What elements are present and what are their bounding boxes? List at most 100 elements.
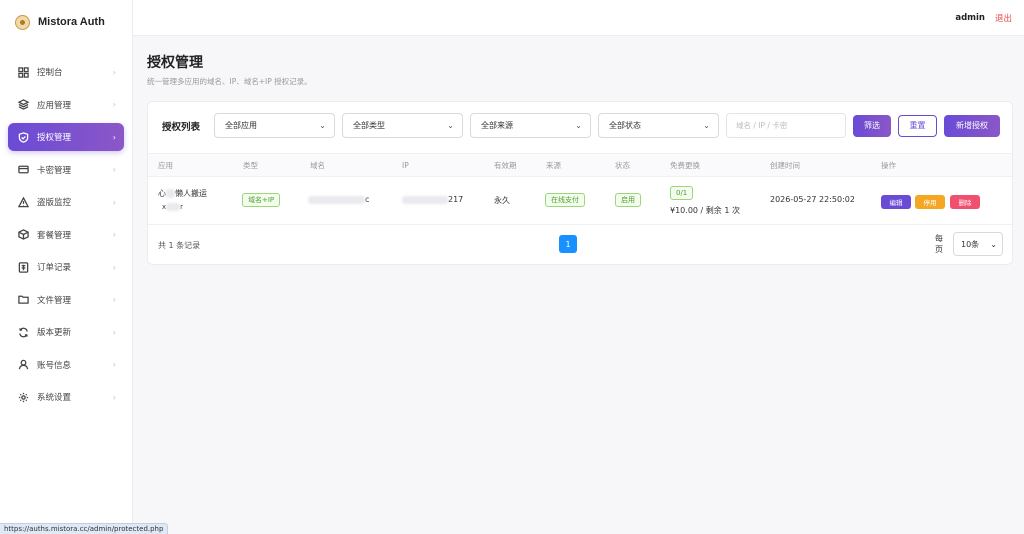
table-row: 心懒人搬运 xr 域名+IP c 217 永久 在线支付 启用 0/1 ¥10.… <box>148 177 1012 225</box>
page-subtitle: 统一管理多应用的域名、IP、域名+IP 授权记录。 <box>147 77 312 86</box>
chevron-right-icon: › <box>112 262 116 272</box>
source-select-value: 全部来源 <box>481 121 513 130</box>
chevron-right-icon: › <box>112 132 116 142</box>
sidebar-item-piracy[interactable]: 盗版监控 › <box>8 188 124 216</box>
chevron-right-icon: › <box>112 360 116 369</box>
logout-link[interactable]: 退出 <box>995 12 1012 24</box>
card-icon <box>18 164 29 175</box>
column-header: IP <box>402 161 409 170</box>
type-badge: 域名+IP <box>242 193 281 207</box>
gear-icon <box>18 392 29 403</box>
source-select[interactable]: 全部来源 ⌄ <box>470 113 591 138</box>
warning-icon <box>18 196 29 208</box>
dashboard-icon <box>18 66 29 78</box>
column-header: 域名 <box>310 161 325 170</box>
sidebar-item-files[interactable]: 文件管理 › <box>8 286 124 314</box>
sidebar-item-label: 套餐管理 <box>37 230 72 241</box>
receipt-icon <box>18 261 29 273</box>
redacted-text <box>166 203 181 211</box>
box-icon <box>18 229 29 240</box>
app-select-value: 全部应用 <box>225 121 257 130</box>
sidebar-item-apps[interactable]: 应用管理 › <box>8 91 124 119</box>
chevron-right-icon: › <box>112 67 116 77</box>
chevron-right-icon: › <box>112 165 116 174</box>
sidebar-item-label: 授权管理 <box>37 133 72 143</box>
sidebar-item-label: 版本更新 <box>37 328 72 338</box>
chevron-down-icon: ⌄ <box>575 121 582 130</box>
sidebar-item-label: 控制台 <box>37 68 63 78</box>
ip-cell: 217 <box>402 195 463 204</box>
chevron-right-icon: › <box>112 197 116 207</box>
main-content: 授权管理 统一管理多应用的域名、IP、域名+IP 授权记录。 授权列表 全部应用… <box>147 52 1013 265</box>
sidebar-item-updates[interactable]: 版本更新 › <box>8 318 124 346</box>
redacted-text <box>402 195 448 204</box>
status-badge: 启用 <box>615 193 641 207</box>
chevron-down-icon: ⌄ <box>319 121 326 130</box>
user-name[interactable]: admin <box>955 13 985 23</box>
column-header: 有效期 <box>494 161 517 170</box>
sidebar-item-label: 系统设置 <box>37 393 72 403</box>
chevron-right-icon: › <box>112 100 116 109</box>
logo-icon <box>15 14 30 30</box>
column-header: 免费更换 <box>670 161 700 170</box>
topbar: admin 退出 <box>133 0 1024 36</box>
sidebar-item-label: 订单记录 <box>37 263 72 273</box>
delete-button[interactable]: 删除 <box>950 195 980 209</box>
per-page-select[interactable]: 10条 ⌄ <box>953 232 1003 256</box>
shield-icon <box>18 131 29 143</box>
created-time-cell: 2026-05-27 22:50:02 <box>770 195 855 204</box>
pagination-bar: 共 1 条记录 1 每页 10条 ⌄ <box>148 225 1012 265</box>
sidebar-item-license[interactable]: 授权管理 › <box>8 123 124 151</box>
status-select[interactable]: 全部状态 ⌄ <box>598 113 719 138</box>
filter-bar: 授权列表 全部应用 ⌄ 全部类型 ⌄ 全部来源 ⌄ 全部状态 ⌄ 域名 / IP… <box>148 102 1012 149</box>
license-list-card: 授权列表 全部应用 ⌄ 全部类型 ⌄ 全部来源 ⌄ 全部状态 ⌄ 域名 / IP… <box>147 101 1013 265</box>
column-header: 创建时间 <box>770 161 800 170</box>
sidebar-item-orders[interactable]: 订单记录 › <box>8 253 124 281</box>
brand-name: Mistora Auth <box>38 16 105 28</box>
chevron-down-icon: ⌄ <box>447 121 454 130</box>
disable-button[interactable]: 停用 <box>915 195 945 209</box>
edit-button[interactable]: 编辑 <box>881 195 911 209</box>
column-header: 来源 <box>546 161 561 170</box>
sidebar-item-label: 应用管理 <box>37 100 72 111</box>
refresh-icon <box>18 327 29 338</box>
reset-button[interactable]: 重置 <box>898 114 937 137</box>
free-change-badge: 0/1 <box>670 186 694 200</box>
column-header: 状态 <box>615 161 630 170</box>
add-license-button[interactable]: 新增授权 <box>944 114 1000 137</box>
chevron-right-icon: › <box>112 230 116 239</box>
type-select-value: 全部类型 <box>353 121 385 130</box>
total-count: 共 1 条记录 <box>158 241 201 250</box>
sidebar: Mistora Auth 控制台 › 应用管理 › 授权管理 › 卡密管理 › … <box>0 0 133 534</box>
status-select-value: 全部状态 <box>609 121 641 130</box>
source-badge: 在线支付 <box>545 193 585 207</box>
sidebar-item-settings[interactable]: 系统设置 › <box>8 383 124 411</box>
search-input[interactable]: 域名 / IP / 卡密 <box>726 113 846 138</box>
column-header: 类型 <box>243 161 258 170</box>
filter-button[interactable]: 筛选 <box>853 114 891 137</box>
sidebar-item-cards[interactable]: 卡密管理 › <box>8 156 124 184</box>
validity-cell: 永久 <box>494 196 510 205</box>
layers-icon <box>18 99 29 110</box>
free-change-text: ¥10.00 / 剩余 1 次 <box>670 206 740 215</box>
sidebar-item-plans[interactable]: 套餐管理 › <box>8 221 124 249</box>
folder-icon <box>18 294 29 305</box>
sidebar-item-label: 卡密管理 <box>37 165 72 176</box>
page-title: 授权管理 <box>147 55 203 71</box>
brand[interactable]: Mistora Auth <box>0 0 132 44</box>
browser-status-url: https://auths.mistora.cc/admin/protected… <box>0 523 169 534</box>
redacted-text <box>166 189 175 198</box>
page-button-1[interactable]: 1 <box>559 235 577 253</box>
type-select[interactable]: 全部类型 ⌄ <box>342 113 463 138</box>
sidebar-item-account[interactable]: 账号信息 › <box>8 351 124 379</box>
sidebar-item-label: 文件管理 <box>37 295 72 306</box>
chevron-down-icon: ⌄ <box>990 239 997 249</box>
app-name-cell: 心懒人搬运 <box>158 189 207 198</box>
user-icon <box>18 359 29 370</box>
redacted-text <box>308 195 365 204</box>
chevron-down-icon: ⌄ <box>703 121 710 130</box>
chevron-right-icon: › <box>112 327 116 337</box>
app-select[interactable]: 全部应用 ⌄ <box>214 113 335 138</box>
sidebar-item-dashboard[interactable]: 控制台 › <box>8 58 124 86</box>
card-title: 授权列表 <box>162 121 201 133</box>
